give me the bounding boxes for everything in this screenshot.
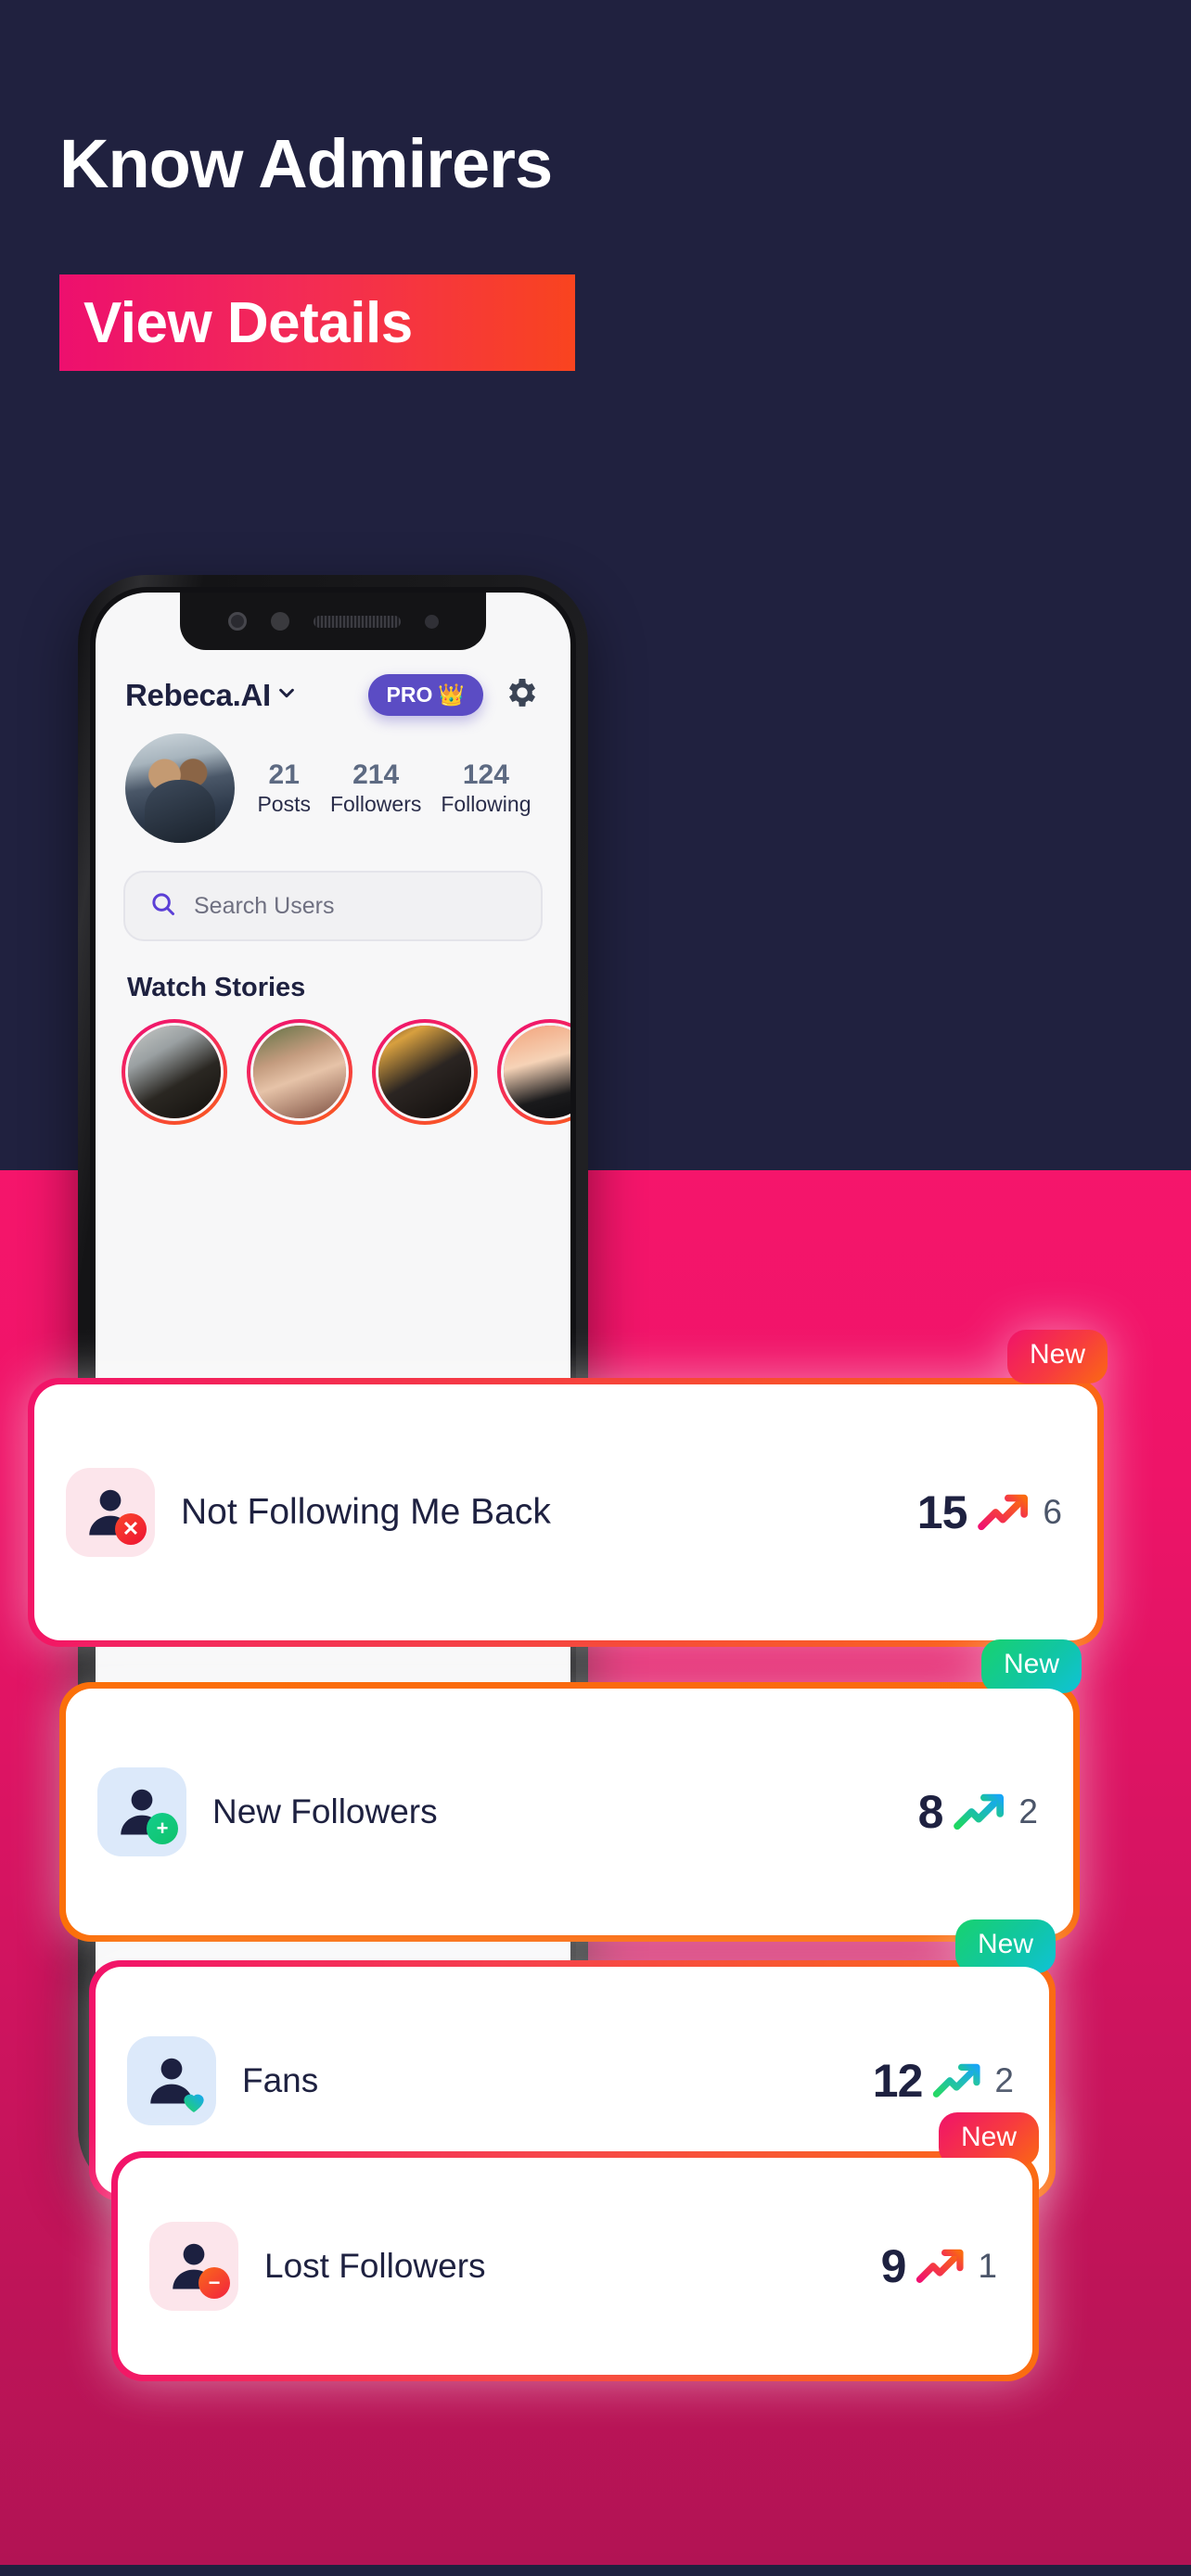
stat-value: 214	[352, 759, 400, 791]
status-badge: New	[1006, 1330, 1108, 1384]
stat-following[interactable]: 124 Following	[441, 759, 531, 817]
stats-row: 21 Posts 214 Followers 124 Following	[235, 759, 541, 817]
card-label: Lost Followers	[264, 2246, 486, 2285]
card-lost-followers[interactable]: New − Lost Followers 9 1	[111, 2112, 1039, 2381]
trend-up-icon	[976, 1487, 1033, 1538]
stat-followers[interactable]: 214 Followers	[330, 759, 421, 817]
card-delta: 2	[1018, 1792, 1038, 1830]
crown-icon: 👑	[438, 682, 465, 707]
story-thumbnail	[128, 1026, 221, 1118]
front-camera-icon	[227, 612, 247, 631]
card-metrics: 12 2	[873, 2054, 1018, 2108]
hero-banner: View Details	[59, 274, 575, 371]
status-badge: New	[954, 1919, 1056, 1973]
card-count: 9	[880, 2240, 907, 2292]
heart-badge-icon	[178, 2085, 210, 2117]
chevron-down-icon[interactable]	[276, 682, 297, 708]
user-minus-icon: −	[149, 2222, 238, 2311]
gear-icon[interactable]	[504, 674, 541, 716]
trend-up-icon	[931, 2057, 985, 2106]
trend-up-icon	[915, 2242, 968, 2291]
ambient-sensor-icon	[424, 614, 439, 629]
header-actions: PRO 👑	[367, 674, 541, 716]
avatar[interactable]	[125, 733, 235, 843]
card-label: Not Following Me Back	[181, 1491, 551, 1532]
card-not-following-back[interactable]: New ✕ Not Following Me Back 15 6	[28, 1330, 1108, 1647]
search-input[interactable]: Search Users	[123, 871, 543, 941]
stories-section-title: Watch Stories	[127, 973, 306, 1002]
card-delta: 2	[994, 2061, 1014, 2099]
stat-posts[interactable]: 21 Posts	[257, 759, 311, 817]
stat-value: 124	[462, 759, 509, 791]
remove-badge-icon: ✕	[115, 1513, 147, 1545]
profile-name: Rebeca.AI	[125, 677, 271, 712]
bottom-edge-strip	[0, 2565, 1191, 2576]
story-item[interactable]	[247, 1019, 352, 1125]
profile-switcher[interactable]: Rebeca.AI	[125, 678, 297, 713]
stat-label: Posts	[257, 791, 311, 816]
search-placeholder: Search Users	[194, 892, 335, 919]
search-icon	[149, 890, 177, 923]
earpiece-speaker	[313, 615, 401, 628]
card-new-followers[interactable]: New + New Followers 8 2	[59, 1639, 1082, 1942]
user-heart-icon	[127, 2036, 216, 2125]
phone-notch	[180, 593, 486, 650]
page-title: Know Admirers	[59, 125, 553, 202]
pro-badge[interactable]: PRO 👑	[367, 674, 483, 716]
app-header: Rebeca.AI PRO 👑	[96, 674, 570, 716]
card-metrics: 8 2	[918, 1785, 1042, 1839]
story-thumbnail	[378, 1026, 471, 1118]
proximity-sensor-icon	[270, 612, 289, 631]
add-badge-icon: +	[147, 1813, 178, 1844]
minus-badge-icon: −	[198, 2267, 230, 2299]
card-label: Fans	[242, 2060, 319, 2099]
pro-badge-label: PRO	[386, 682, 433, 707]
card-count: 8	[917, 1786, 944, 1838]
stat-label: Followers	[329, 791, 422, 816]
stories-row	[122, 1019, 570, 1125]
profile-summary: 21 Posts 214 Followers 124 Following	[96, 733, 570, 843]
stat-label: Following	[441, 791, 531, 816]
story-item[interactable]	[497, 1019, 570, 1125]
card-metrics: 9 1	[881, 2239, 1001, 2293]
card-label: New Followers	[212, 1792, 438, 1830]
hero-banner-label: View Details	[83, 290, 413, 355]
user-remove-icon: ✕	[66, 1468, 155, 1557]
card-delta: 6	[1043, 1493, 1062, 1531]
status-badge: New	[980, 1639, 1082, 1693]
story-thumbnail	[253, 1026, 346, 1118]
stat-value: 21	[268, 759, 300, 791]
card-delta: 1	[978, 2247, 997, 2285]
card-count: 15	[916, 1486, 968, 1538]
card-count: 12	[872, 2055, 924, 2107]
story-item[interactable]	[122, 1019, 227, 1125]
trend-up-icon	[952, 1787, 1009, 1838]
story-thumbnail	[504, 1026, 570, 1118]
story-item[interactable]	[372, 1019, 478, 1125]
user-add-icon: +	[97, 1767, 186, 1856]
card-metrics: 15 6	[917, 1486, 1066, 1539]
